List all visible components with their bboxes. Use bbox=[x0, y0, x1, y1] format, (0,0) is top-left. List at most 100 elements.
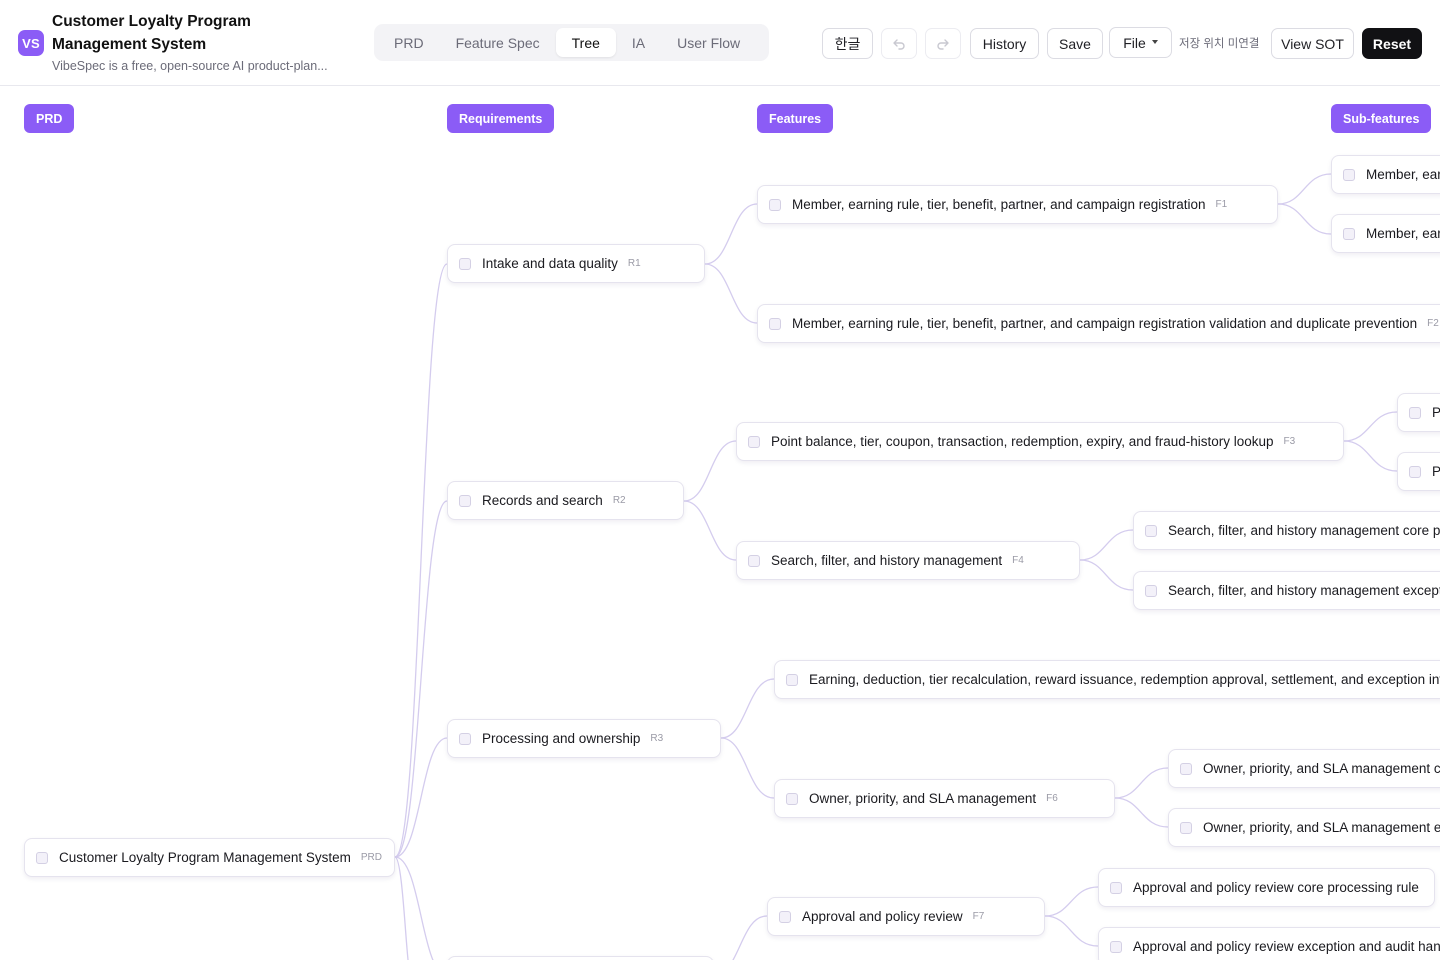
node-checkbox[interactable] bbox=[748, 554, 760, 567]
node-label: Point balance, tier, coupon, transaction… bbox=[771, 434, 1274, 449]
node-label: Point balance, tier, coupon, transaction… bbox=[1432, 464, 1440, 479]
tree-node-subfeature[interactable]: Approval and policy review exception and… bbox=[1098, 927, 1440, 960]
node-label: Member, earning rule, tier, benefit, par… bbox=[1366, 226, 1440, 241]
node-checkbox[interactable] bbox=[748, 435, 760, 448]
undo-button[interactable] bbox=[881, 28, 917, 59]
edge-r1-f2 bbox=[704, 263, 758, 324]
node-checkbox[interactable] bbox=[769, 317, 781, 330]
node-checkbox[interactable] bbox=[36, 851, 48, 864]
tree-node-subfeature[interactable]: Member, earning rule, tier, benefit, par… bbox=[1331, 155, 1440, 194]
tree-node-requirement[interactable]: Intake and data quality R1 bbox=[447, 244, 705, 283]
tree-node-subfeature[interactable]: Search, filter, and history management e… bbox=[1133, 571, 1440, 610]
edge-f4-s6 bbox=[1079, 559, 1134, 591]
node-label: Approval and policy review core processi… bbox=[1133, 880, 1419, 895]
node-id: F3 bbox=[1283, 436, 1296, 447]
edge-r1-f1 bbox=[704, 203, 758, 265]
node-label: Processing and ownership bbox=[482, 731, 641, 746]
column-header-requirements: Requirements bbox=[447, 104, 555, 133]
tree-node-feature[interactable]: Point balance, tier, coupon, transaction… bbox=[736, 422, 1344, 461]
node-checkbox[interactable] bbox=[779, 910, 791, 923]
tree-node-subfeature[interactable]: Owner, priority, and SLA management core… bbox=[1168, 749, 1440, 788]
node-id: F7 bbox=[972, 911, 985, 922]
history-button[interactable]: History bbox=[970, 28, 1039, 59]
tree-node-subfeature[interactable]: Point balance, tier, coupon, transaction… bbox=[1397, 452, 1440, 491]
edge-r3-f5 bbox=[720, 678, 775, 739]
tree-node-feature[interactable]: Earning, deduction, tier recalculation, … bbox=[774, 660, 1440, 699]
edge-f1-s1 bbox=[1277, 173, 1332, 205]
tab-tree[interactable]: Tree bbox=[555, 28, 616, 57]
node-label: Owner, priority, and SLA management bbox=[809, 791, 1037, 806]
edge-r2-f4 bbox=[683, 500, 737, 561]
tree-node-prd[interactable]: Customer Loyalty Program Management Syst… bbox=[24, 838, 395, 877]
edge-f3-s3 bbox=[1343, 411, 1398, 442]
node-label: Member, earning rule, tier, benefit, par… bbox=[792, 316, 1418, 331]
tab-prd[interactable]: PRD bbox=[378, 28, 440, 57]
tree-node-subfeature[interactable]: Search, filter, and history management c… bbox=[1133, 511, 1440, 550]
edge-prd-r3 bbox=[394, 737, 448, 858]
tree-node-requirement-partial[interactable] bbox=[447, 956, 714, 960]
node-id: R1 bbox=[627, 258, 641, 269]
page-title: Customer Loyalty Program Management Syst… bbox=[52, 13, 251, 53]
edge-f3-s4 bbox=[1343, 440, 1398, 472]
edge-prd-r4 bbox=[394, 856, 434, 960]
file-menu-button[interactable]: File bbox=[1109, 27, 1172, 58]
edge-f7-s9 bbox=[1044, 886, 1099, 917]
tree-node-subfeature[interactable]: Point balance, tier, coupon, transaction… bbox=[1397, 393, 1440, 432]
node-checkbox[interactable] bbox=[459, 732, 471, 745]
node-checkbox[interactable] bbox=[1110, 881, 1122, 894]
node-label: Member, earning rule, tier, benefit, par… bbox=[1366, 167, 1440, 182]
undo-icon bbox=[893, 38, 905, 50]
edge-r2-f3 bbox=[683, 440, 737, 502]
node-label: Records and search bbox=[482, 493, 603, 508]
tree-node-feature[interactable]: Search, filter, and history management F… bbox=[736, 541, 1080, 580]
tab-ia[interactable]: IA bbox=[616, 28, 661, 57]
node-id: PRD bbox=[360, 852, 382, 863]
redo-button[interactable] bbox=[925, 28, 961, 59]
node-checkbox[interactable] bbox=[786, 673, 798, 686]
view-sot-button[interactable]: View SOT bbox=[1271, 28, 1354, 59]
node-label: Intake and data quality bbox=[482, 256, 618, 271]
tree-node-requirement[interactable]: Records and search R2 bbox=[447, 481, 684, 520]
tree-node-subfeature[interactable]: Approval and policy review core processi… bbox=[1098, 868, 1435, 907]
node-checkbox[interactable] bbox=[1343, 227, 1355, 240]
reset-button[interactable]: Reset bbox=[1362, 28, 1422, 59]
node-checkbox[interactable] bbox=[1145, 584, 1157, 597]
node-checkbox[interactable] bbox=[786, 792, 798, 805]
node-checkbox[interactable] bbox=[1409, 406, 1421, 419]
node-label: Owner, priority, and SLA management core… bbox=[1203, 761, 1440, 776]
node-label: Point balance, tier, coupon, transaction… bbox=[1432, 405, 1440, 420]
node-checkbox[interactable] bbox=[459, 494, 471, 507]
node-label: Search, filter, and history management bbox=[771, 553, 1003, 568]
node-label: Search, filter, and history management c… bbox=[1168, 523, 1440, 538]
save-button[interactable]: Save bbox=[1047, 28, 1103, 59]
node-checkbox[interactable] bbox=[1180, 821, 1192, 834]
node-id: F2 bbox=[1427, 318, 1439, 329]
tree-node-feature[interactable]: Owner, priority, and SLA management F6 bbox=[774, 779, 1115, 818]
node-id: R3 bbox=[650, 733, 664, 744]
node-checkbox[interactable] bbox=[1409, 465, 1421, 478]
column-header-subfeatures: Sub-features bbox=[1331, 104, 1432, 133]
chevron-down-icon bbox=[1151, 39, 1158, 44]
page-subtitle: VibeSpec is a free, open-source AI produ… bbox=[52, 59, 328, 73]
node-checkbox[interactable] bbox=[459, 257, 471, 270]
tab-feature-spec[interactable]: Feature Spec bbox=[440, 28, 556, 57]
tree-node-feature[interactable]: Member, earning rule, tier, benefit, par… bbox=[757, 304, 1440, 343]
node-id: F1 bbox=[1215, 199, 1228, 210]
node-checkbox[interactable] bbox=[1110, 940, 1122, 953]
tree-node-requirement[interactable]: Processing and ownership R3 bbox=[447, 719, 721, 758]
tab-user-flow[interactable]: User Flow bbox=[661, 28, 756, 57]
app-header: VS Customer Loyalty Program Management S… bbox=[0, 0, 1440, 86]
edge-r3-f6 bbox=[720, 737, 775, 799]
node-checkbox[interactable] bbox=[1180, 762, 1192, 775]
node-checkbox[interactable] bbox=[1343, 168, 1355, 181]
node-checkbox[interactable] bbox=[1145, 524, 1157, 537]
tree-node-subfeature[interactable]: Member, earning rule, tier, benefit, par… bbox=[1331, 214, 1440, 253]
tree-node-feature[interactable]: Member, earning rule, tier, benefit, par… bbox=[757, 185, 1278, 224]
tree-canvas[interactable]: PRD Requirements Features Sub-features C… bbox=[0, 87, 1440, 960]
node-checkbox[interactable] bbox=[769, 198, 781, 211]
language-button[interactable]: 한글 bbox=[822, 28, 873, 59]
tree-node-feature[interactable]: Approval and policy review F7 bbox=[767, 897, 1045, 936]
tree-node-subfeature[interactable]: Owner, priority, and SLA management exce… bbox=[1168, 808, 1440, 847]
edge-prd-r1 bbox=[394, 263, 448, 858]
edge-f4-s5 bbox=[1079, 529, 1134, 561]
